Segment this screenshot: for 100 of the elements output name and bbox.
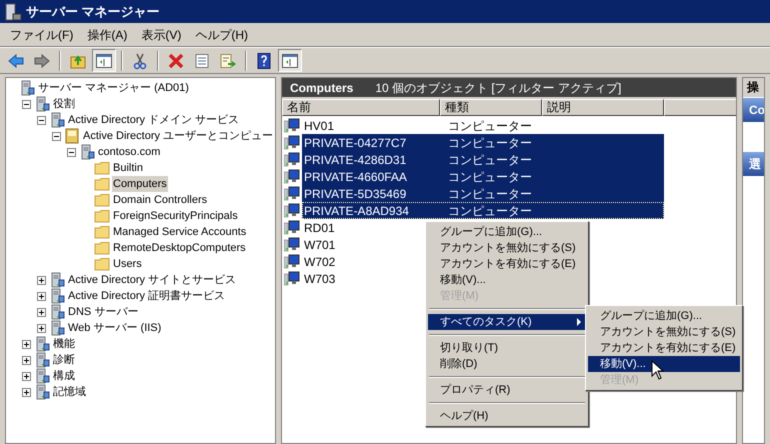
menu-bar-item[interactable]: ファイル(F) <box>4 24 80 44</box>
computer-icon <box>284 203 300 218</box>
tree-item[interactable]: 記憶域 <box>52 384 87 400</box>
expand-icon[interactable] <box>37 292 46 300</box>
tree-item[interactable]: 診断 <box>52 352 76 368</box>
computer-icon <box>284 237 300 252</box>
collapse-icon[interactable] <box>22 100 31 108</box>
menu-item[interactable]: 移動(V)... <box>428 272 582 288</box>
folder-icon <box>94 225 110 239</box>
menu-item[interactable]: アカウントを有効にする(E) <box>588 340 750 356</box>
menu-item[interactable]: プロパティ(R) <box>428 382 582 398</box>
menu-item[interactable]: アカウントを有効にする(E) <box>428 256 590 272</box>
menu-item[interactable]: ヘルプ(H) <box>428 408 582 424</box>
menu-item[interactable]: アカウントを無効にする(S) <box>428 240 590 256</box>
tree-item[interactable]: Active Directory ユーザーとコンピュー <box>82 128 274 144</box>
collapse-icon[interactable] <box>67 148 76 156</box>
window-title: サーバー マネージャー <box>26 2 160 21</box>
name-cell-text: PRIVATE-4286D31 <box>303 152 408 168</box>
server-icon <box>34 384 50 400</box>
tree-item[interactable]: Active Directory サイトとサービス <box>67 272 238 288</box>
list-row[interactable]: PRIVATE-4660FAA コンピューター <box>302 168 664 185</box>
menu-item[interactable]: 削除(D) <box>428 356 582 372</box>
folder-icon <box>94 257 110 271</box>
menu-bar-item[interactable]: 操作(A) <box>81 24 134 44</box>
list-row[interactable]: PRIVATE-04277C7 コンピューター <box>302 134 664 151</box>
expand-icon[interactable] <box>22 356 31 364</box>
tree-item[interactable]: Domain Controllers <box>112 192 208 208</box>
mouse-cursor-icon <box>651 360 665 380</box>
computer-icon <box>284 169 300 184</box>
tree-item[interactable]: 構成 <box>52 368 76 384</box>
list-row[interactable]: HV01 コンピューター <box>302 117 538 134</box>
server-icon <box>34 368 50 384</box>
properties-icon <box>193 52 211 70</box>
list-row[interactable]: PRIVATE-4286D31 コンピューター <box>302 151 664 168</box>
list-row[interactable]: W702 <box>302 253 338 270</box>
toolbar-button[interactable] <box>92 49 116 72</box>
menu-bar-item[interactable]: 表示(V) <box>135 24 188 44</box>
expand-icon[interactable] <box>22 340 31 348</box>
server-icon <box>49 320 65 336</box>
expand-icon[interactable] <box>37 308 46 316</box>
menu-item[interactable]: グループに追加(G)... <box>588 308 736 324</box>
menu-item[interactable]: アカウントを無効にする(S) <box>588 324 750 340</box>
list-row[interactable]: W701 <box>302 236 338 253</box>
list-row[interactable]: PRIVATE-5D35469 コンピューター <box>302 185 664 202</box>
expand-icon[interactable] <box>37 276 46 284</box>
collapse-icon[interactable] <box>52 132 61 140</box>
name-cell-text: HV01 <box>303 118 336 134</box>
delete-icon <box>167 52 185 70</box>
server-icon <box>49 304 65 320</box>
type-cell-text: コンピューター <box>447 152 533 168</box>
expand-icon[interactable] <box>37 324 46 332</box>
folder-icon <box>94 177 110 191</box>
tree-item[interactable]: Users <box>112 256 143 272</box>
actions-header: 操 <box>743 78 764 97</box>
list-row[interactable]: PRIVATE-A8AD934 コンピューター <box>302 202 664 219</box>
menu-bar-item[interactable]: ヘルプ(H) <box>189 24 254 44</box>
tree-item[interactable]: DNS サーバー <box>67 304 140 320</box>
server-icon <box>34 336 50 352</box>
server-icon <box>49 272 65 288</box>
computer-icon <box>284 118 300 133</box>
menu-item[interactable]: 切り取り(T) <box>428 340 582 356</box>
list-row[interactable]: RD01 <box>302 219 337 236</box>
type-cell-text: コンピューター <box>447 186 533 202</box>
menu-item[interactable]: グループに追加(G)... <box>428 224 582 240</box>
tree-item[interactable]: Managed Service Accounts <box>112 224 248 240</box>
server-icon <box>4 2 22 20</box>
expand-icon[interactable] <box>22 388 31 396</box>
computer-icon <box>284 135 300 150</box>
type-cell-text: コンピューター <box>447 118 533 134</box>
help-icon <box>255 52 273 70</box>
tree-item[interactable]: Web サーバー (IIS) <box>67 320 162 336</box>
book-icon <box>64 128 80 144</box>
export-list-icon <box>219 52 237 70</box>
expand-icon[interactable] <box>22 372 31 380</box>
server-icon <box>34 96 50 112</box>
tree-item[interactable]: 機能 <box>52 336 76 352</box>
list-row[interactable]: W703 <box>302 270 338 287</box>
column-header[interactable]: 名前 <box>282 99 440 116</box>
computer-icon <box>284 271 300 286</box>
tree-item[interactable]: Computers <box>112 176 168 192</box>
toolbar-button[interactable] <box>278 49 302 72</box>
tree-item[interactable]: サーバー マネージャー (AD01) <box>37 80 190 96</box>
tree-item[interactable]: Active Directory 証明書サービス <box>67 288 226 304</box>
tree-item[interactable]: contoso.com <box>97 144 162 160</box>
server-icon <box>79 144 95 160</box>
name-cell-text: PRIVATE-5D35469 <box>303 186 408 202</box>
column-header[interactable]: 説明 <box>542 99 664 116</box>
column-header[interactable]: 種類 <box>440 99 542 116</box>
tree-item[interactable]: Builtin <box>112 160 144 176</box>
tree-item[interactable]: RemoteDesktopComputers <box>112 240 247 256</box>
forward-arrow-icon <box>33 52 51 70</box>
tree-item[interactable]: ForeignSecurityPrincipals <box>112 208 239 224</box>
server-icon <box>49 288 65 304</box>
actions-section-header[interactable]: 選 <box>743 152 764 176</box>
tree-item[interactable]: Active Directory ドメイン サービス <box>67 112 240 128</box>
tree-item[interactable]: 役割 <box>52 96 76 112</box>
type-cell-text: コンピューター <box>447 168 533 186</box>
computer-icon <box>284 220 300 235</box>
collapse-icon[interactable] <box>37 116 46 124</box>
computer-icon <box>284 152 300 167</box>
